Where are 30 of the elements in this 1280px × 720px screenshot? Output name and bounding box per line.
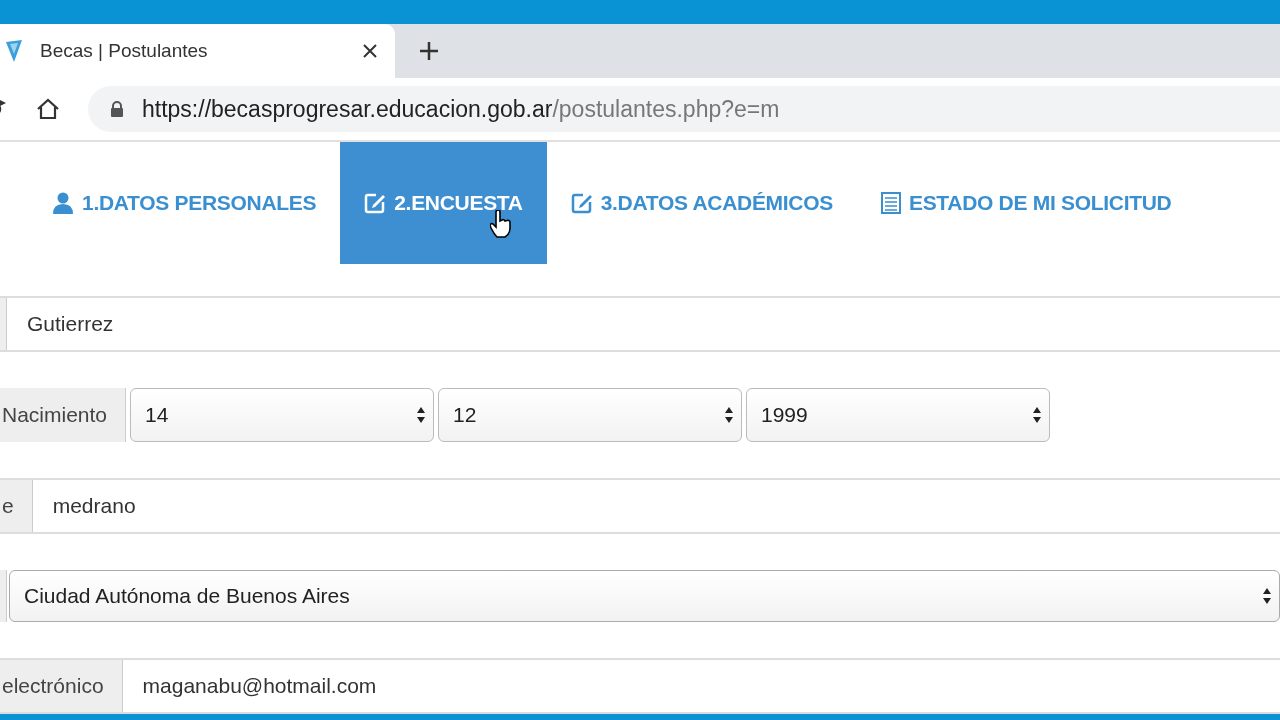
lock-icon (110, 101, 124, 117)
field-label: Nacimiento (0, 388, 127, 442)
field-label-background (0, 298, 7, 350)
field-label: e (0, 480, 33, 532)
dropdown-arrows-icon (1033, 407, 1041, 423)
field-label: electrónico (0, 660, 123, 712)
url-text: https://becasprogresar.educacion.gob.ar/postulantes.php?e=m (142, 95, 780, 123)
new-tab-icon[interactable] (419, 41, 439, 61)
dropdown-arrows-icon (417, 407, 426, 423)
user-icon (52, 192, 74, 214)
text-field[interactable]: maganabu@hotmail.com (122, 660, 1280, 712)
browser-tab[interactable]: Becas | Postulantes (0, 24, 395, 78)
home-icon[interactable] (36, 98, 60, 120)
close-icon[interactable] (363, 44, 377, 58)
address-bar[interactable]: https://becasprogresar.educacion.gob.ar/postulantes.php?e=m (88, 86, 1280, 132)
date-dropdown[interactable]: 12 (438, 388, 742, 442)
date-dropdown[interactable]: 14 (130, 388, 435, 442)
edit-icon (364, 192, 387, 214)
edit-icon (570, 192, 593, 214)
tab-title: Becas | Postulantes (40, 40, 209, 62)
dropdown-arrows-icon (1263, 588, 1271, 604)
list-icon (880, 192, 901, 214)
field-label-background (0, 570, 7, 622)
dropdown-arrows-icon (725, 407, 733, 423)
text-field[interactable]: medrano (32, 480, 1280, 532)
province-dropdown[interactable]: Ciudad Autónoma de Buenos Aires (9, 570, 1280, 622)
date-dropdown[interactable]: 1999 (746, 388, 1050, 442)
logo-icon (6, 40, 22, 62)
text-field[interactable]: Gutierrez (7, 298, 1280, 350)
hand-cursor-icon (490, 210, 513, 238)
